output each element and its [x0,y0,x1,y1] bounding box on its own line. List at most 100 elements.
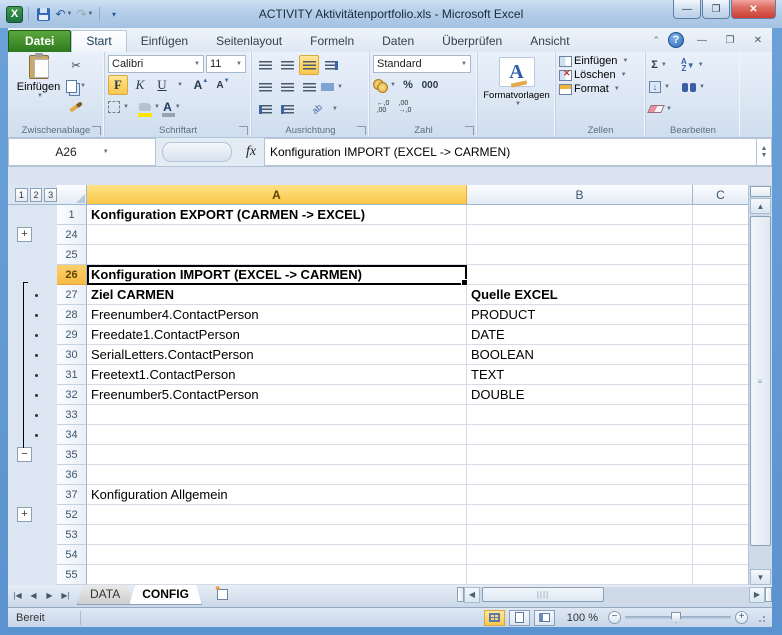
bold-button[interactable]: F [108,75,128,95]
decrease-decimal-button[interactable]: ,00 →,0 [395,97,415,117]
row-header-37[interactable]: 37 [57,485,87,505]
zoom-out-button[interactable]: − [608,611,621,624]
font-size-combo[interactable]: 11▼ [206,55,246,73]
row-header-1[interactable]: 1 [57,205,87,225]
cell-B30[interactable]: BOOLEAN [467,345,693,365]
cell-B24[interactable] [467,225,693,245]
zoom-slider[interactable]: − + [608,611,748,624]
scroll-left-icon[interactable]: ◀ [464,587,480,603]
row-header-25[interactable]: 25 [57,245,87,265]
sheet-tab-data[interactable]: DATA [77,585,133,605]
row-header-33[interactable]: 33 [57,405,87,425]
row-header-52[interactable]: 52 [57,505,87,525]
row-header-32[interactable]: 32 [57,385,87,405]
expand-group-button[interactable]: + [17,227,32,242]
cell-C31[interactable] [693,365,748,385]
expand-group-button[interactable]: + [17,507,32,522]
collapse-group-button[interactable]: − [17,447,32,462]
ribbon-tab-ansicht[interactable]: Ansicht [516,31,583,52]
page-layout-view-button[interactable] [509,610,530,626]
align-top-button[interactable] [255,55,275,75]
cell-A1[interactable]: Konfiguration EXPORT (CARMEN -> EXCEL) [87,205,467,225]
cell-C55[interactable] [693,565,748,585]
cell-A24[interactable] [87,225,467,245]
comma-style-button[interactable]: 000 [420,75,440,95]
row-header-28[interactable]: 28 [57,305,87,325]
chevron-down-icon[interactable]: ▼ [332,106,338,112]
align-bottom-button[interactable] [299,55,319,75]
fill-color-button[interactable]: ▼ [139,97,160,117]
percent-style-button[interactable]: % [398,75,418,95]
cell-A53[interactable] [87,525,467,545]
row-header-54[interactable]: 54 [57,545,87,565]
cell-B31[interactable]: TEXT [467,365,693,385]
scroll-up-icon[interactable]: ▲ [750,198,771,214]
cell-A27[interactable]: Ziel CARMEN [87,285,467,305]
cell-A55[interactable] [87,565,467,585]
align-right-button[interactable] [299,77,319,97]
fill-button[interactable]: ↓▼ [649,77,670,97]
window-close-icon[interactable]: ✕ [748,35,768,46]
cell-A37[interactable]: Konfiguration Allgemein [87,485,467,505]
orientation-button[interactable]: ab [303,95,331,123]
cell-A52[interactable] [87,505,467,525]
borders-button[interactable]: ▼ [108,97,129,117]
cell-B1[interactable] [467,205,693,225]
normal-view-button[interactable] [484,610,505,626]
cell-B26[interactable] [467,265,693,285]
column-header-c[interactable]: C [693,185,748,205]
row-header-35[interactable]: 35 [57,445,87,465]
row-header-24[interactable]: 24 [57,225,87,245]
cell-A31[interactable]: Freetext1.ContactPerson [87,365,467,385]
row-header-36[interactable]: 36 [57,465,87,485]
dialog-launcher-icon[interactable] [239,126,248,135]
cell-A30[interactable]: SerialLetters.ContactPerson [87,345,467,365]
cell-A54[interactable] [87,545,467,565]
cell-B34[interactable] [467,425,693,445]
format-painter-button[interactable] [66,97,86,117]
cell-B37[interactable] [467,485,693,505]
ribbon-tab-seitenlayout[interactable]: Seitenlayout [202,31,296,52]
sort-filter-button[interactable]: AZ▼▼ [681,55,704,75]
zoom-in-button[interactable]: + [735,611,748,624]
scrollbar-thumb[interactable]: ≡ [750,216,771,546]
column-header-b[interactable]: B [467,185,693,205]
resize-grip[interactable] [756,613,766,623]
scroll-right-icon[interactable]: ▶ [749,587,765,603]
row-header-29[interactable]: 29 [57,325,87,345]
increase-decimal-button[interactable]: ←,0 ,00 [373,97,393,117]
outline-level-3-button[interactable]: 3 [44,188,57,202]
cell-styles-button[interactable]: A Formatvorlagen ▼ [481,57,552,107]
row-header-34[interactable]: 34 [57,425,87,445]
merge-center-button[interactable]: ▼ [321,77,343,97]
cell-A35[interactable] [87,445,467,465]
cell-C1[interactable] [693,205,748,225]
ribbon-tab-datei[interactable]: Datei [8,30,71,52]
cell-A25[interactable] [87,245,467,265]
maximize-button[interactable]: ❐ [702,0,730,19]
split-handle[interactable] [750,186,771,197]
insert-worksheet-button[interactable] [206,585,240,603]
page-break-view-button[interactable] [534,610,555,626]
shrink-font-button[interactable]: A▼ [213,75,233,95]
cell-C26[interactable] [693,265,748,285]
scroll-down-icon[interactable]: ▼ [750,569,771,585]
find-select-button[interactable]: ▼ [682,77,705,97]
last-sheet-button[interactable]: ▶| [58,588,73,603]
cell-B35[interactable] [467,445,693,465]
cell-C27[interactable] [693,285,748,305]
cell-C30[interactable] [693,345,748,365]
increase-indent-button[interactable] [277,99,297,119]
dialog-launcher-icon[interactable] [357,126,366,135]
cell-B27[interactable]: Quelle EXCEL [467,285,693,305]
cell-C33[interactable] [693,405,748,425]
row-header-31[interactable]: 31 [57,365,87,385]
cell-B25[interactable] [467,245,693,265]
cell-C36[interactable] [693,465,748,485]
copy-button[interactable]: ▼ [66,76,86,96]
row-header-55[interactable]: 55 [57,565,87,585]
clear-button[interactable]: ▼ [649,99,672,119]
decrease-indent-button[interactable] [255,99,275,119]
ribbon-tab-start[interactable]: Start [71,30,126,52]
minimize-ribbon-icon[interactable]: ⌃ [652,35,660,46]
